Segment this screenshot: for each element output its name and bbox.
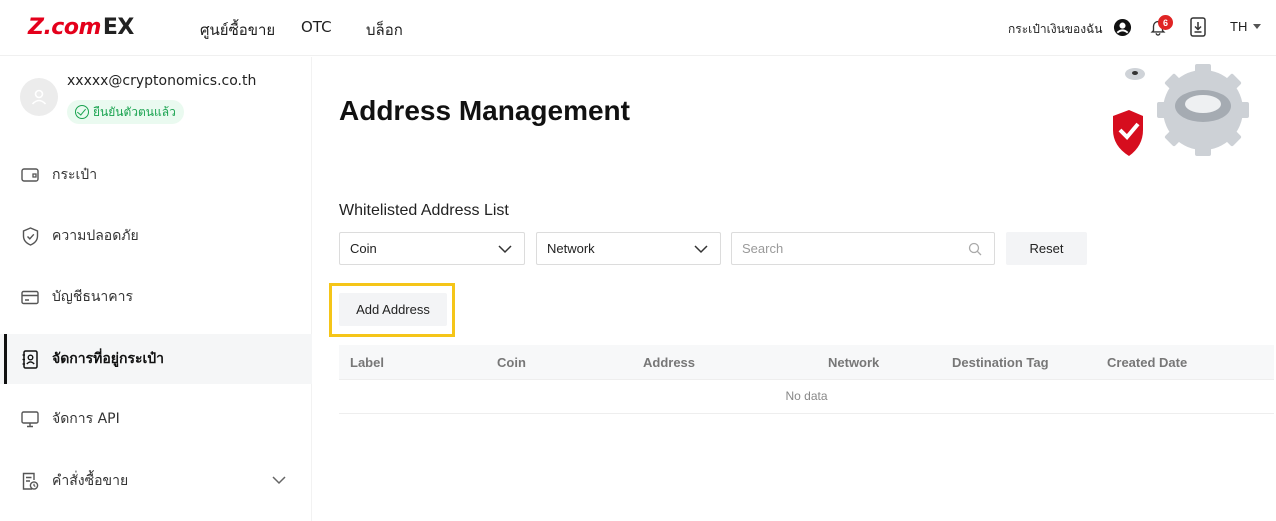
- sidebar-item-label: บัญชีธนาคาร: [52, 289, 134, 305]
- no-data-text: No data: [785, 389, 828, 403]
- monitor-icon: [20, 409, 40, 429]
- sidebar-item-label: ความปลอดภัย: [52, 228, 139, 244]
- column-header-created-date: Created Date: [1107, 355, 1188, 370]
- caret-down-icon: [1253, 24, 1262, 29]
- nav-blog[interactable]: บล็อก: [366, 18, 403, 42]
- brand-logo[interactable]: Z.com EX: [28, 14, 135, 40]
- language-label: TH: [1230, 19, 1248, 34]
- column-header-destination-tag: Destination Tag: [952, 355, 1049, 370]
- column-header-label: Label: [350, 355, 384, 370]
- wallet-icon: [20, 165, 40, 185]
- column-header-coin: Coin: [497, 355, 526, 370]
- sidebar-item-address-management[interactable]: จัดการที่อยู่กระเป๋า: [0, 334, 312, 384]
- table-header: Label Coin Address Network Destination T…: [339, 345, 1274, 380]
- user-icon[interactable]: [1112, 17, 1132, 37]
- verified-label: ยืนยันตัวตนแล้ว: [93, 104, 176, 119]
- search-icon[interactable]: [968, 242, 982, 261]
- language-selector[interactable]: TH: [1230, 19, 1262, 34]
- sidebar-item-label: กระเป๋า: [52, 167, 98, 183]
- avatar[interactable]: [20, 78, 58, 116]
- download-icon[interactable]: [1188, 17, 1208, 37]
- top-navigation: Z.com EX ศูนย์ซื้อขาย OTC บล็อก กระเป๋าเง…: [0, 0, 1276, 56]
- nav-trading-center[interactable]: ศูนย์ซื้อขาย: [200, 18, 275, 42]
- column-header-address: Address: [643, 355, 696, 370]
- sidebar-item-label: จัดการที่อยู่กระเป๋า: [52, 351, 165, 367]
- user-email: xxxxx@cryptonomics.co.th: [67, 73, 257, 89]
- search-box: [731, 232, 995, 265]
- section-title: Whitelisted Address List: [339, 202, 509, 219]
- shield-icon: [20, 226, 40, 246]
- security-gear-illustration: [1113, 64, 1249, 156]
- logo-suffix: EX: [102, 14, 135, 40]
- coin-select[interactable]: Coin: [339, 232, 525, 265]
- table-empty-row: No data: [339, 380, 1274, 414]
- chevron-down-icon: [498, 242, 512, 257]
- address-book-icon: [20, 349, 40, 369]
- sidebar-item-wallet[interactable]: กระเป๋า: [0, 150, 312, 200]
- network-select[interactable]: Network: [536, 232, 721, 265]
- sidebar-item-bank-account[interactable]: บัญชีธนาคาร: [0, 272, 312, 322]
- sidebar-item-orders[interactable]: คำสั่งซื้อขาย: [0, 456, 312, 506]
- search-input[interactable]: [732, 233, 952, 264]
- coin-select-value: Coin: [350, 241, 377, 256]
- page-title: Address Management: [339, 95, 630, 126]
- check-circle-icon: [75, 105, 89, 119]
- verified-badge: ยืนยันตัวตนแล้ว: [67, 100, 184, 124]
- notification-badge: 6: [1158, 15, 1173, 30]
- nav-my-wallet[interactable]: กระเป๋าเงินของฉัน: [1008, 20, 1102, 39]
- logo-main: Z.com: [28, 14, 101, 40]
- network-select-value: Network: [547, 241, 595, 256]
- chevron-down-icon: [694, 242, 708, 257]
- sidebar-item-security[interactable]: ความปลอดภัย: [0, 211, 312, 261]
- sidebar: xxxxx@cryptonomics.co.th ยืนยันตัวตนแล้ว…: [0, 57, 312, 521]
- card-icon: [20, 287, 40, 307]
- reset-button[interactable]: Reset: [1006, 232, 1087, 265]
- sidebar-item-label: จัดการ API: [52, 411, 120, 427]
- sidebar-item-label: คำสั่งซื้อขาย: [52, 473, 129, 489]
- add-address-button[interactable]: Add Address: [339, 293, 447, 326]
- column-header-network: Network: [828, 355, 880, 370]
- chevron-down-icon[interactable]: [272, 473, 286, 489]
- nav-otc[interactable]: OTC: [301, 18, 332, 36]
- order-icon: [20, 471, 40, 491]
- sidebar-item-api-management[interactable]: จัดการ API: [0, 394, 312, 444]
